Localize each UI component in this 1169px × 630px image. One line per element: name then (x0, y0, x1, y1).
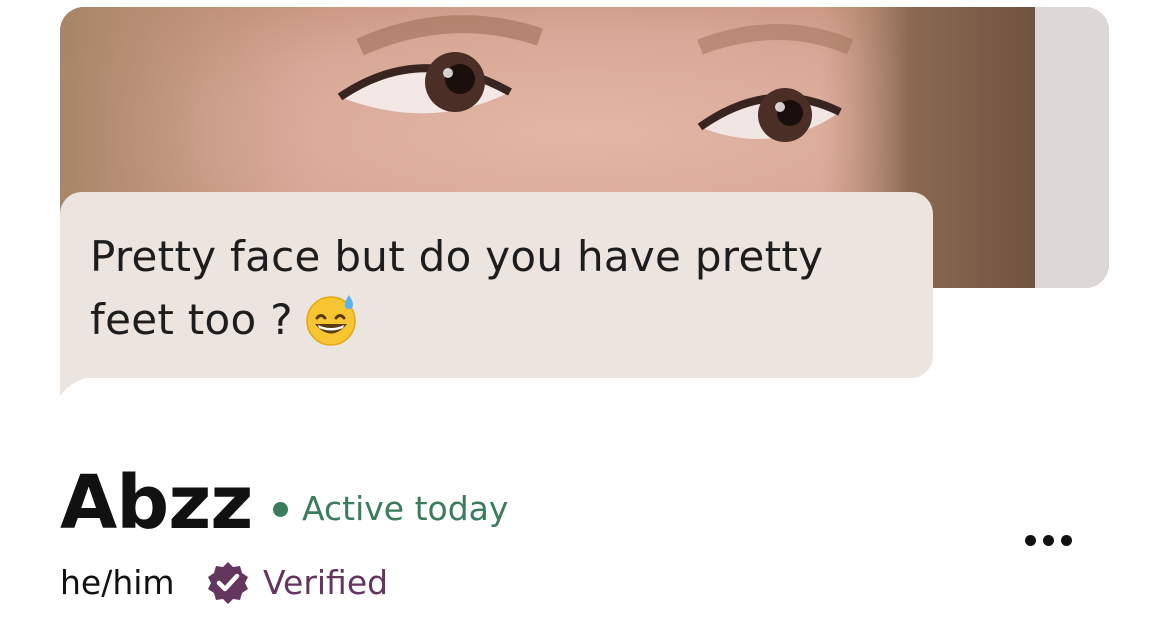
verified-badge[interactable]: Verified (205, 560, 388, 606)
dot (1061, 535, 1072, 546)
message-bubble: Pretty face but do you have pretty feet … (60, 192, 933, 378)
verified-label: Verified (263, 563, 389, 602)
activity-status: Active today (273, 489, 508, 529)
profile-card: Pretty face but do you have pretty feet … (0, 0, 1169, 630)
message-text: Pretty face but do you have pretty feet … (90, 232, 824, 344)
profile-name: Abzz (60, 460, 253, 546)
verified-badge-icon (208, 562, 248, 604)
status-dot-icon (273, 501, 288, 517)
message-text-line: Pretty face but do you have pretty feet … (90, 225, 903, 351)
dot (1043, 535, 1054, 546)
dot (1025, 535, 1036, 546)
grinning-face-with-sweat-emoji-icon (303, 291, 359, 347)
pronouns: he/him (60, 563, 175, 602)
bubble-tail (60, 372, 108, 396)
activity-status-label: Active today (302, 489, 509, 528)
more-options-icon[interactable] (1025, 535, 1072, 546)
